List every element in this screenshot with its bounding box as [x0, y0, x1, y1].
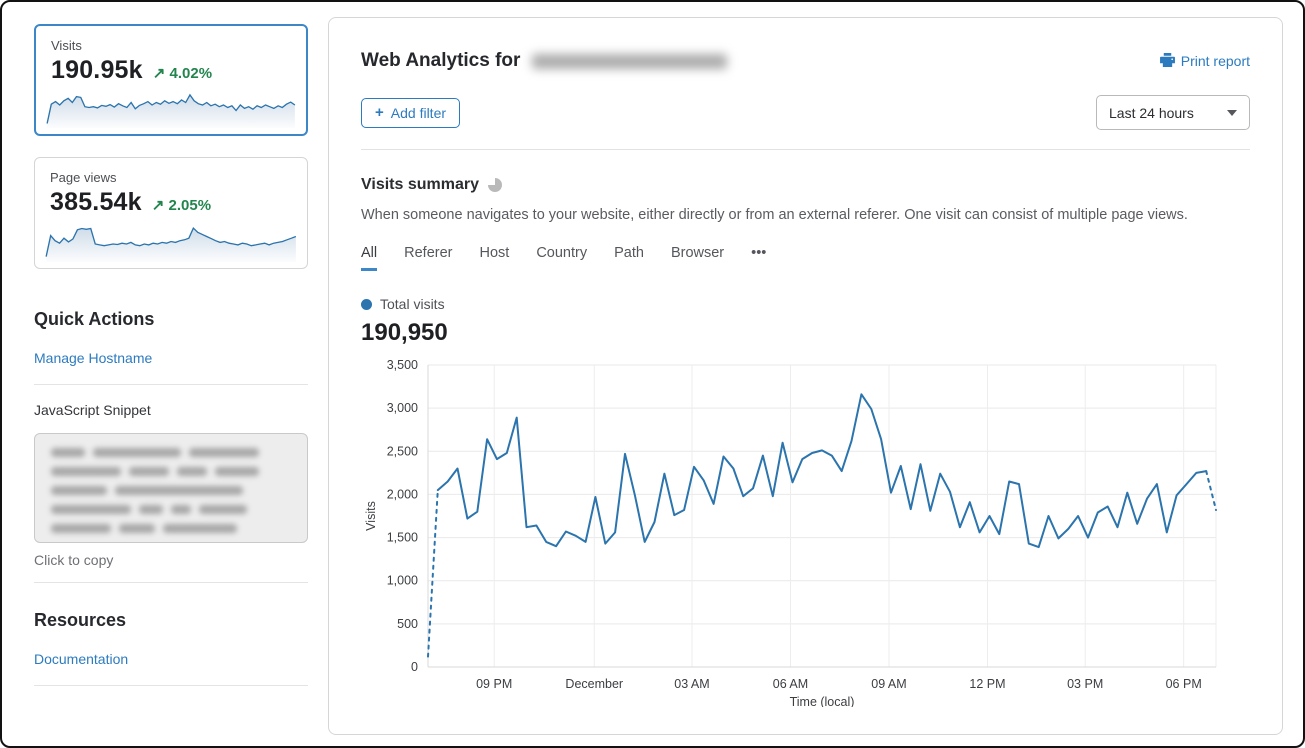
- visits-summary-section: Visits summary When someone navigates to…: [329, 150, 1282, 712]
- resources-heading: Resources: [34, 610, 308, 631]
- manage-hostname-link[interactable]: Manage Hostname: [34, 350, 152, 366]
- stat-card-pageviews-label: Page views: [50, 170, 292, 185]
- tab-browser[interactable]: Browser: [671, 245, 724, 271]
- svg-text:3,500: 3,500: [387, 358, 418, 372]
- svg-text:1,000: 1,000: [387, 574, 418, 588]
- javascript-snippet-box[interactable]: [34, 433, 308, 543]
- legend-dot-icon: [361, 299, 372, 310]
- tab-referer[interactable]: Referer: [404, 245, 452, 271]
- tab-more-ellipsis[interactable]: •••: [751, 245, 766, 271]
- svg-text:0: 0: [411, 660, 418, 674]
- svg-text:December: December: [565, 677, 623, 691]
- svg-text:03 AM: 03 AM: [674, 677, 709, 691]
- app-window: Visits 190.95k ↗ 4.02% Page views 385.54…: [0, 0, 1305, 748]
- chart-legend: Total visits: [361, 296, 1250, 312]
- tab-all[interactable]: All: [361, 245, 377, 271]
- click-to-copy-hint: Click to copy: [34, 552, 308, 568]
- dimension-tabs: All Referer Host Country Path Browser ••…: [361, 245, 1250, 271]
- svg-text:03 PM: 03 PM: [1067, 677, 1103, 691]
- svg-text:3,000: 3,000: [387, 401, 418, 415]
- stat-card-visits-label: Visits: [51, 38, 291, 53]
- visits-sparkline: [44, 79, 298, 129]
- trend-up-icon: ↗: [152, 197, 165, 214]
- help-pie-icon[interactable]: [488, 178, 502, 192]
- visits-line-chart: 0 500 1,000 1,500 2,000 2,500 3,000 3,500 09 PM D…: [361, 355, 1250, 712]
- svg-text:1,500: 1,500: [387, 531, 418, 545]
- svg-text:09 AM: 09 AM: [871, 677, 906, 691]
- svg-text:09 PM: 09 PM: [476, 677, 512, 691]
- tab-country[interactable]: Country: [536, 245, 587, 271]
- svg-text:2,500: 2,500: [387, 444, 418, 458]
- documentation-link[interactable]: Documentation: [34, 651, 128, 667]
- sidebar: Visits 190.95k ↗ 4.02% Page views 385.54…: [34, 24, 308, 686]
- svg-text:06 PM: 06 PM: [1166, 677, 1202, 691]
- svg-text:06 AM: 06 AM: [773, 677, 808, 691]
- time-range-select[interactable]: Last 24 hours: [1096, 95, 1250, 130]
- svg-text:Time (local): Time (local): [790, 695, 855, 707]
- add-filter-button[interactable]: + Add filter: [361, 98, 460, 128]
- total-visits-value: 190,950: [361, 319, 1250, 347]
- tab-path[interactable]: Path: [614, 245, 644, 271]
- quick-actions-heading: Quick Actions: [34, 309, 308, 330]
- page-title: Web Analytics for: [361, 50, 520, 72]
- svg-text:2,000: 2,000: [387, 487, 418, 501]
- visits-summary-title: Visits summary: [361, 176, 479, 194]
- javascript-snippet-label: JavaScript Snippet: [34, 402, 308, 418]
- legend-label: Total visits: [380, 296, 445, 312]
- print-report-link[interactable]: Print report: [1160, 53, 1250, 70]
- divider: [34, 582, 308, 583]
- main-panel: Web Analytics for Print report + Add fil…: [328, 17, 1283, 735]
- svg-text:500: 500: [397, 617, 418, 631]
- divider: [34, 685, 308, 686]
- printer-icon: [1160, 53, 1175, 70]
- chevron-down-icon: [1227, 110, 1237, 116]
- svg-text:12 PM: 12 PM: [969, 677, 1005, 691]
- stat-card-pageviews[interactable]: Page views 385.54k ↗ 2.05%: [34, 157, 308, 269]
- tab-host[interactable]: Host: [479, 245, 509, 271]
- pageviews-sparkline: [43, 213, 299, 263]
- blurred-domain: [532, 54, 727, 69]
- divider: [34, 384, 308, 385]
- main-header: Web Analytics for Print report + Add fil…: [329, 18, 1282, 150]
- plus-icon: +: [375, 105, 384, 120]
- visits-summary-description: When someone navigates to your website, …: [361, 207, 1250, 223]
- stat-card-visits[interactable]: Visits 190.95k ↗ 4.02%: [34, 24, 308, 136]
- stat-card-pageviews-delta: ↗ 2.05%: [152, 196, 211, 214]
- svg-text:Visits: Visits: [364, 501, 378, 531]
